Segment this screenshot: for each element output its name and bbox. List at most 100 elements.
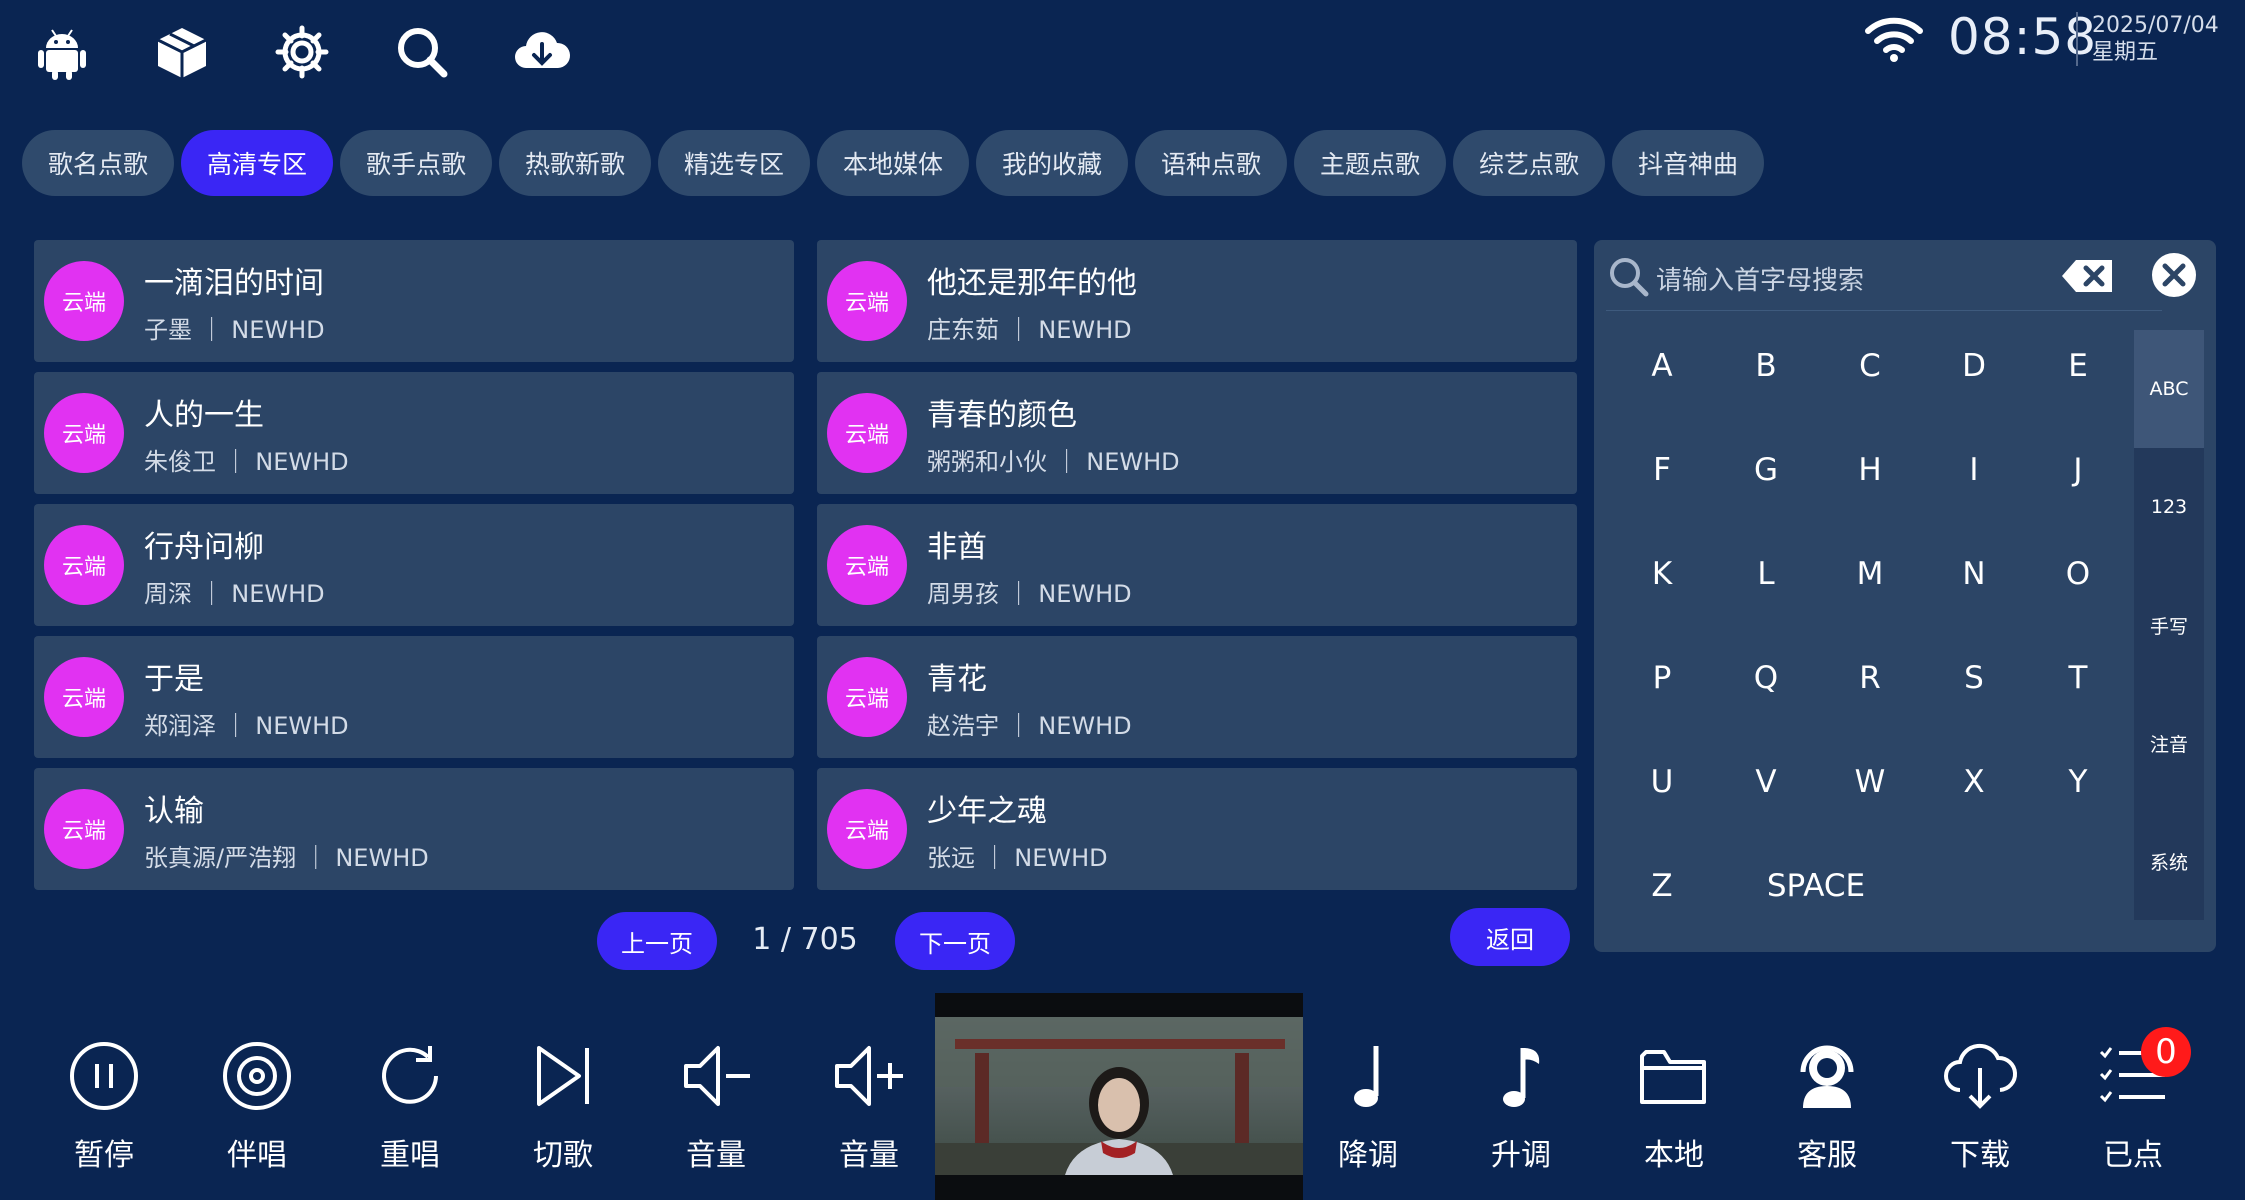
volume-up-button[interactable]: 音量 [809,1030,929,1180]
prev-page-button[interactable]: 上一页 [597,912,717,970]
key-h[interactable]: H [1830,430,1910,510]
input-mode-2[interactable]: 手写 [2134,566,2204,684]
key-d[interactable]: D [1934,326,2014,406]
volume-down-icon [684,1046,750,1106]
next-page-button[interactable]: 下一页 [895,912,1015,970]
divider [1606,310,2162,311]
song-artist: 粥粥和小伙 ｜ NEWHD [927,448,1180,476]
android-icon[interactable] [28,18,96,86]
key-j[interactable]: J [2038,430,2118,510]
song-item[interactable]: 云端 青春的颜色 粥粥和小伙 ｜ NEWHD [817,372,1577,494]
tab-7[interactable]: 语种点歌 [1135,130,1287,196]
page-indicator: 1 / 705 [752,922,858,957]
key-u[interactable]: U [1622,742,1702,822]
cloud-badge: 云端 [44,657,124,737]
search-icon [1610,258,1649,297]
song-item[interactable]: 云端 人的一生 朱俊卫 ｜ NEWHD [34,372,794,494]
box-icon[interactable] [148,18,216,86]
tab-2[interactable]: 歌手点歌 [340,130,492,196]
cloud-badge: 云端 [827,393,907,473]
cloud-download-icon [1944,1043,2017,1109]
key-r[interactable]: R [1830,638,1910,718]
tab-9[interactable]: 综艺点歌 [1453,130,1605,196]
key-i[interactable]: I [1934,430,2014,510]
song-item[interactable]: 云端 于是 郑润泽 ｜ NEWHD [34,636,794,758]
skip-next-icon [537,1046,589,1106]
backspace-icon[interactable] [2060,256,2116,296]
key-t[interactable]: T [2038,638,2118,718]
input-mode-0[interactable]: ABC [2134,330,2204,448]
key-a[interactable]: A [1622,326,1702,406]
key-b[interactable]: B [1726,326,1806,406]
pause-button[interactable]: 暂停 [44,1030,164,1180]
tab-5[interactable]: 本地媒体 [817,130,969,196]
song-item[interactable]: 云端 一滴泪的时间 子墨 ｜ NEWHD [34,240,794,362]
tab-3[interactable]: 热歌新歌 [499,130,651,196]
key-v[interactable]: V [1726,742,1806,822]
song-title: 认输 [144,794,204,829]
back-button[interactable]: 返回 [1450,908,1570,966]
close-icon[interactable] [2150,251,2198,299]
tab-0[interactable]: 歌名点歌 [22,130,174,196]
tab-8[interactable]: 主题点歌 [1294,130,1446,196]
volume-down-button[interactable]: 音量 [656,1030,776,1180]
key-s[interactable]: S [1934,638,2014,718]
song-item[interactable]: 云端 非酋 周男孩 ｜ NEWHD [817,504,1577,626]
key-o[interactable]: O [2038,534,2118,614]
note-down-button[interactable]: 降调 [1308,1030,1428,1180]
song-item[interactable]: 云端 青花 赵浩宇 ｜ NEWHD [817,636,1577,758]
input-mode-4[interactable]: 系统 [2134,802,2204,920]
key-w[interactable]: W [1830,742,1910,822]
key-g[interactable]: G [1726,430,1806,510]
control-label: 伴唱 [227,1138,287,1173]
key-p[interactable]: P [1622,638,1702,718]
tab-1[interactable]: 高清专区 [181,130,333,196]
song-item[interactable]: 云端 认输 张真源/严浩翔 ｜ NEWHD [34,768,794,890]
key-n[interactable]: N [1934,534,2014,614]
note-up-button[interactable]: 升调 [1461,1030,1581,1180]
control-label: 重唱 [380,1138,440,1173]
volume-up-icon [835,1046,903,1106]
key-y[interactable]: Y [2038,742,2118,822]
vinyl-button[interactable]: 伴唱 [197,1030,317,1180]
tab-6[interactable]: 我的收藏 [976,130,1128,196]
song-artist: 张远 ｜ NEWHD [927,844,1108,872]
cloud-badge: 云端 [44,789,124,869]
skip-next-button[interactable]: 切歌 [503,1030,623,1180]
video-preview[interactable] [935,993,1303,1200]
key-l[interactable]: L [1726,534,1806,614]
gear-icon[interactable] [268,18,336,86]
input-mode-1[interactable]: 123 [2134,448,2204,566]
song-title: 一滴泪的时间 [144,266,324,301]
folder-button[interactable]: 本地 [1614,1030,1734,1180]
customer-service-button[interactable]: 客服 [1767,1030,1887,1180]
key-f[interactable]: F [1622,430,1702,510]
space-key[interactable]: SPACE [1716,846,1916,926]
input-mode-3[interactable]: 注音 [2134,684,2204,802]
cloud-badge: 云端 [827,525,907,605]
key-e[interactable]: E [2038,326,2118,406]
search-icon[interactable] [388,18,456,86]
search-input[interactable]: 请输入首字母搜索 [1656,260,1864,297]
cloud-download-button[interactable]: 下载 [1920,1030,2040,1180]
key-q[interactable]: Q [1726,638,1806,718]
key-z[interactable]: Z [1622,846,1702,926]
control-label: 本地 [1644,1138,1704,1173]
replay-button[interactable]: 重唱 [350,1030,470,1180]
song-item[interactable]: 云端 行舟问柳 周深 ｜ NEWHD [34,504,794,626]
song-item[interactable]: 云端 他还是那年的他 庄东茹 ｜ NEWHD [817,240,1577,362]
input-mode-column: ABC 123 手写 注音 系统 [2134,330,2204,920]
control-label: 升调 [1491,1138,1551,1173]
key-m[interactable]: M [1830,534,1910,614]
key-c[interactable]: C [1830,326,1910,406]
key-k[interactable]: K [1622,534,1702,614]
key-x[interactable]: X [1934,742,2014,822]
tab-4[interactable]: 精选专区 [658,130,810,196]
song-item[interactable]: 云端 少年之魂 张远 ｜ NEWHD [817,768,1577,890]
song-title: 青花 [927,662,987,697]
cloud-download-icon[interactable] [508,18,576,86]
song-title: 人的一生 [144,398,264,433]
cloud-badge: 云端 [827,657,907,737]
tab-10[interactable]: 抖音神曲 [1612,130,1764,196]
cloud-badge: 云端 [827,789,907,869]
